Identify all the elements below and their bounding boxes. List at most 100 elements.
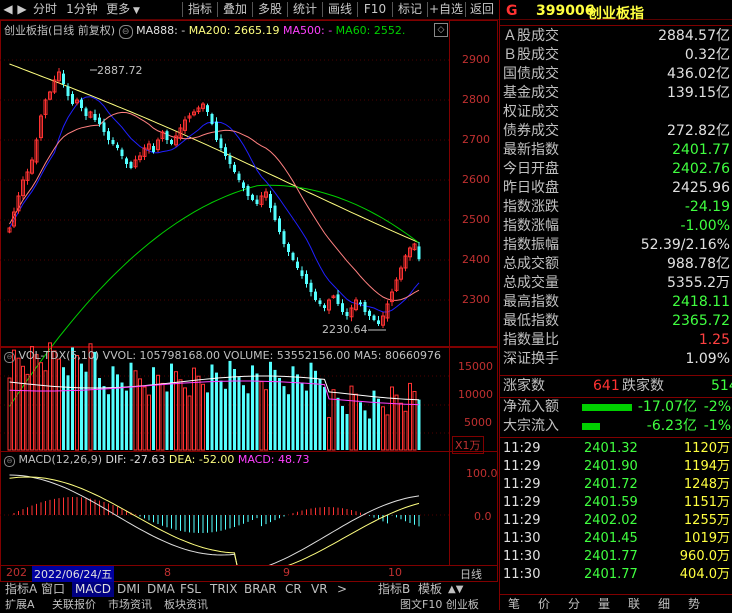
quote-row-value: 1.09% <box>685 351 730 367</box>
volume-bar <box>224 388 227 450</box>
volume-bar <box>21 365 25 451</box>
kline-chart[interactable] <box>0 20 498 610</box>
macd-y-tick: 100.0 <box>466 467 498 480</box>
volume-bar <box>287 394 290 450</box>
statistics-button[interactable]: 统计 <box>289 1 321 18</box>
tab-more[interactable]: 更多 ▼ <box>103 1 143 18</box>
volume-bar <box>16 357 21 451</box>
tab-vr[interactable]: VR <box>311 582 328 597</box>
tab-fsl[interactable]: FSL <box>180 582 201 597</box>
add-watchlist-button[interactable]: +自选 <box>428 1 464 18</box>
overlay-button[interactable]: 叠加 <box>219 1 251 18</box>
volume-bar <box>133 370 138 451</box>
back-arrow-icon[interactable]: ◀ <box>2 1 14 18</box>
candle-body <box>287 244 290 252</box>
quote-row-value: 2401.77 <box>672 142 730 158</box>
multi-stock-button[interactable]: 多股 <box>254 1 286 18</box>
tick-price: 2401.90 <box>584 459 638 474</box>
indicator-button[interactable]: 指标 <box>184 1 216 18</box>
dea-line <box>9 476 420 576</box>
volume-bar <box>296 374 299 450</box>
tab-minute[interactable]: 分 <box>568 595 580 612</box>
selected-date: 2022/06/24/五 <box>32 566 115 582</box>
quote-row: 国债成交 436.02亿 <box>500 65 732 84</box>
tab-price[interactable]: 价 <box>538 595 550 612</box>
tick-price: 2401.45 <box>584 531 638 546</box>
quote-row-label: 指数振幅 <box>503 237 559 253</box>
tab-brar[interactable]: BRAR <box>244 582 277 597</box>
quote-row: 指数涨跌 -24.19 <box>500 198 732 217</box>
tab-1min[interactable]: 1分钟 <box>63 1 101 18</box>
chart-settings-icon[interactable]: ⊖ <box>118 25 133 39</box>
volume-bar <box>403 410 408 451</box>
month-label: 8 <box>164 566 171 579</box>
quote-row-value: 2884.57亿 <box>658 28 730 44</box>
tab-extension-a[interactable]: 扩展A <box>5 599 35 610</box>
toolbar-divider <box>182 2 183 17</box>
quote-row: 指数振幅 52.39/2.16% <box>500 236 732 255</box>
macd-value: MACD: 48.73 <box>237 453 310 466</box>
tab-more-arrow[interactable]: > <box>337 582 347 597</box>
volume-settings-icon[interactable]: ⊖ <box>4 352 15 363</box>
candle-body <box>345 312 349 316</box>
tab-trix[interactable]: TRIX <box>210 582 237 597</box>
tab-cr[interactable]: CR <box>285 582 302 597</box>
return-button[interactable]: 返回 <box>467 1 497 18</box>
volume-bar <box>93 351 97 450</box>
volume-bar <box>107 394 110 450</box>
candle-body <box>341 303 344 312</box>
quote-row-value: 2418.11 <box>672 294 730 310</box>
tab-market-news[interactable]: 市场资讯 <box>108 599 152 610</box>
tab-detail[interactable]: 细 <box>658 595 670 612</box>
quote-row-value: 52.39/2.16% <box>640 237 730 253</box>
volume-bar <box>43 370 48 451</box>
toolbar-divider <box>322 2 323 17</box>
quote-row: 今日开盘 2402.76 <box>500 160 732 179</box>
tab-macd[interactable]: MACD <box>72 582 114 597</box>
volume-bar <box>399 402 403 451</box>
candle-body <box>269 194 272 208</box>
volume-bar <box>75 355 79 451</box>
tab-template[interactable]: 模板 <box>418 582 442 597</box>
chart-title: 创业板指(日线 前复权) <box>4 24 116 37</box>
candle-body <box>363 302 367 312</box>
tab-indicator-b[interactable]: 指标B <box>378 582 410 597</box>
tab-indicator-a[interactable]: 指标A <box>5 582 37 597</box>
volume-bar <box>368 418 371 450</box>
chart-area[interactable]: 创业板指(日线 前复权) ⊖ MA888: - MA200: 2665.19 M… <box>0 20 498 610</box>
tab-dma[interactable]: DMA <box>147 582 175 597</box>
volume-bar <box>345 414 349 450</box>
volume-bar <box>34 354 39 451</box>
tick-row: 11:29 2401.32 1120万 <box>500 440 732 458</box>
diamond-icon[interactable]: ◇ <box>434 23 448 37</box>
draw-line-button[interactable]: 画线 <box>324 1 356 18</box>
tab-link[interactable]: 联 <box>628 595 640 612</box>
candle-body <box>107 131 110 140</box>
tab-sector-news[interactable]: 板块资讯 <box>164 599 208 610</box>
tab-volume[interactable]: 量 <box>598 595 610 612</box>
fund-flow-value: -17.07亿 <box>637 399 697 415</box>
candle-body <box>102 122 106 132</box>
tick-row: 11:29 2402.02 1255万 <box>500 512 732 530</box>
macd-settings-icon[interactable]: ⊖ <box>4 456 15 467</box>
candle-body <box>372 315 376 320</box>
forward-arrow-icon[interactable]: ▶ <box>16 1 28 18</box>
mark-button[interactable]: 标记 <box>394 1 426 18</box>
quote-panel: G 399006 创业板指 Ａ股成交 2884.57亿 Ｂ股成交 0.32亿 国债成交 4… <box>499 0 732 612</box>
tab-related-quotes[interactable]: 关联报价 <box>52 599 96 610</box>
tick-time: 11:29 <box>503 459 541 474</box>
tab-dmi[interactable]: DMI <box>117 582 140 597</box>
tab-f10-gem[interactable]: 图文F10 创业板 <box>400 599 479 610</box>
tab-window[interactable]: 窗口 <box>41 582 65 597</box>
toolbar-divider <box>392 2 393 17</box>
volume-bar <box>341 405 344 450</box>
f10-button[interactable]: F10 <box>359 1 391 18</box>
tab-trades[interactable]: 笔 <box>508 595 520 612</box>
tab-intraday[interactable]: 分时 <box>30 1 60 18</box>
tab-scroll-arrows[interactable]: ▲▼ <box>448 582 463 597</box>
toolbar-divider <box>252 2 253 17</box>
candle-body <box>224 147 227 156</box>
period-label[interactable]: 日线 <box>460 566 482 582</box>
quote-row: 最新指数 2401.77 <box>500 141 732 160</box>
tab-trend[interactable]: 势 <box>688 595 700 612</box>
